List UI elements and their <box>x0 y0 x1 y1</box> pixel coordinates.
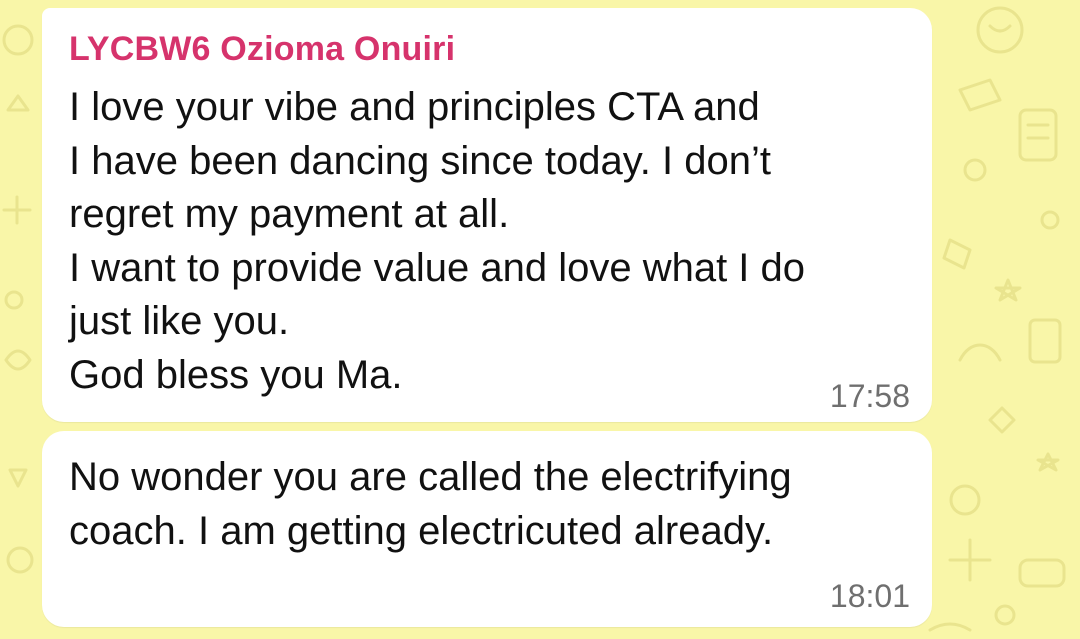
message-timestamp: 18:01 <box>829 578 910 614</box>
message-text: I love your vibe and principles CTA and … <box>69 81 805 402</box>
message-bubble[interactable]: No wonder you are called the electrifyin… <box>42 431 932 627</box>
sender-name[interactable]: LYCBW6 Ozioma Onuiri <box>69 30 455 69</box>
message-line: No wonder you are called the electrifyin… <box>69 455 792 499</box>
message-line: God bless you Ma. <box>69 352 403 397</box>
message-line: I love your vibe and principles CTA and <box>69 85 760 129</box>
message-line: I have been dancing since today. I don’t <box>69 138 771 183</box>
message-bubble[interactable]: LYCBW6 Ozioma Onuiri I love your vibe an… <box>42 8 932 422</box>
message-line: coach. I am getting electricuted already… <box>69 508 774 553</box>
message-line: just like you. <box>69 299 290 343</box>
message-line: regret my payment at all. <box>69 192 510 236</box>
message-line: I want to provide value and love what I … <box>69 245 806 290</box>
message-timestamp: 17:58 <box>829 378 910 414</box>
message-text: No wonder you are called the electrifyin… <box>69 451 792 558</box>
